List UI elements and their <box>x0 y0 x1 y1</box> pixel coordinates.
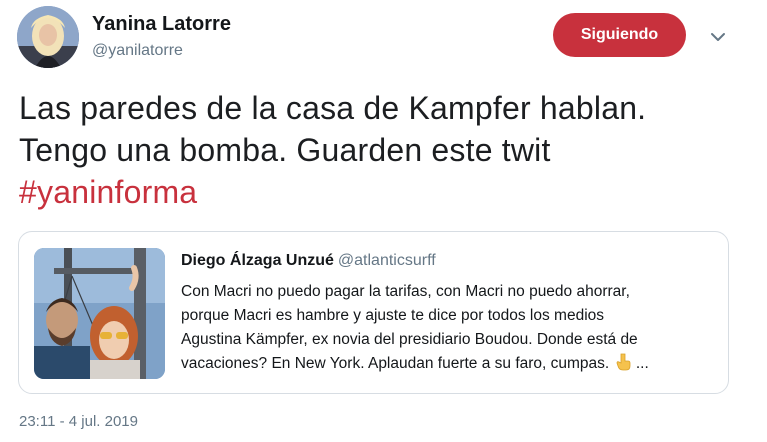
quoted-author-name: Diego Álzaga Unzué <box>181 252 334 269</box>
quoted-author-handle: @atlanticsurff <box>337 252 436 269</box>
quoted-tweet-photo <box>34 248 165 379</box>
tweet-text-line: Las paredes de la casa de Kampfer hablan… <box>19 90 647 126</box>
tweet-timestamp[interactable]: 23:11 - 4 jul. 2019 <box>19 413 138 430</box>
quoted-text-line: Con Macri no puedo pagar la tarifas, con… <box>181 283 630 300</box>
quoted-text-line: vacaciones? En New York. Aplaudan fuerte… <box>181 355 610 372</box>
quoted-author[interactable]: Diego Álzaga Unzué @atlanticsurff <box>181 252 436 270</box>
quoted-tweet-text: Con Macri no puedo pagar la tarifas, con… <box>181 280 721 376</box>
truncation-ellipsis: ... <box>631 355 649 372</box>
quoted-text-line-last: vacaciones? En New York. Aplaudan fuerte… <box>181 352 721 376</box>
author-handle[interactable]: @yanilatorre <box>92 42 183 60</box>
quoted-tweet[interactable]: Diego Álzaga Unzué @atlanticsurff Con Mac… <box>18 231 729 394</box>
pointing-down-hand-icon <box>616 353 630 371</box>
tweet-text: Las paredes de la casa de Kampfer hablan… <box>19 87 759 213</box>
author-avatar[interactable] <box>17 6 79 68</box>
following-button[interactable]: Siguiendo <box>553 13 686 57</box>
author-name[interactable]: Yanina Latorre <box>92 13 231 36</box>
tweet-text-line: Tengo una bomba. Guarden este twit <box>19 132 551 168</box>
chevron-down-icon[interactable] <box>706 25 730 49</box>
quoted-text-line: porque Macri es hambre y ajuste te dice … <box>181 307 605 324</box>
quoted-text-line: Agustina Kämpfer, ex novia del presidiar… <box>181 331 638 348</box>
hashtag-link[interactable]: #yaninforma <box>19 171 759 213</box>
avatar-photo <box>17 6 79 68</box>
tweet-card: Yanina Latorre @yanilatorre Siguiendo La… <box>0 0 767 442</box>
